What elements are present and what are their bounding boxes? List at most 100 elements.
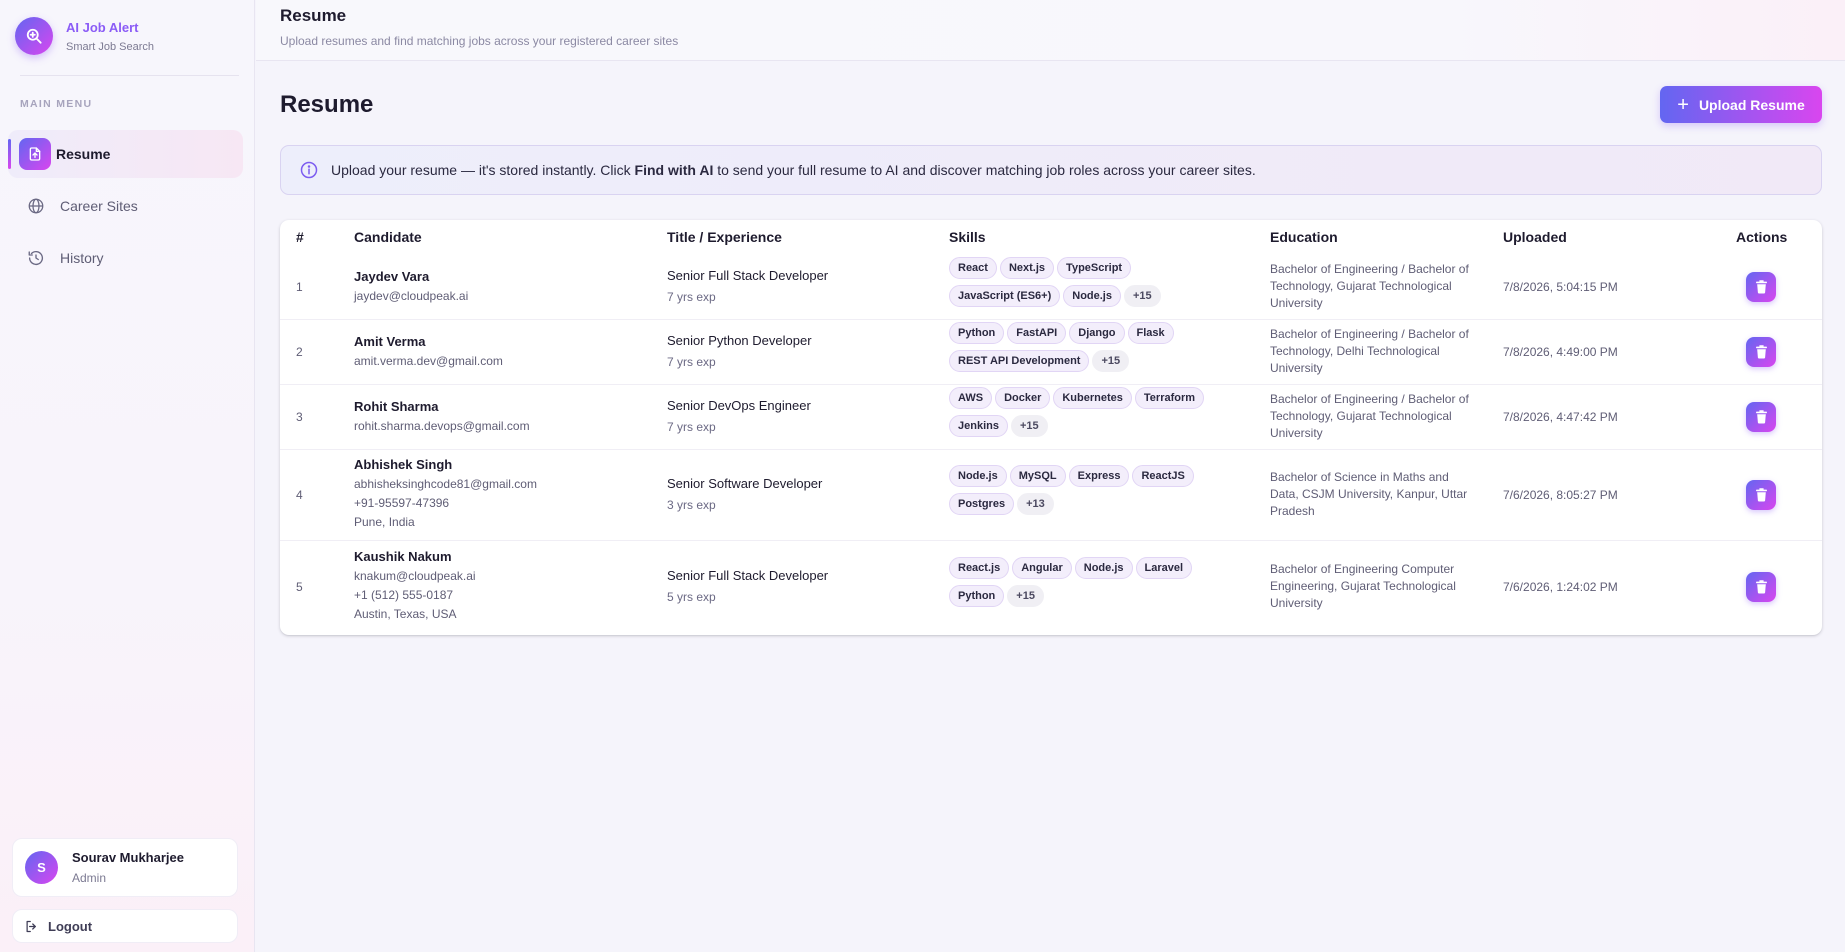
sidebar-item-label: Career Sites (60, 198, 138, 214)
skills-cell: Node.js MySQL Express ReactJS Postgres +13 (949, 464, 1209, 521)
skill-more-chip[interactable]: +15 (1123, 284, 1161, 307)
trash-icon (1755, 579, 1767, 593)
candidate-title: Senior Full Stack Developer (667, 267, 829, 283)
skill-chip: Python (949, 321, 1005, 344)
trash-icon (1755, 344, 1767, 358)
skill-chip: Flask (1127, 321, 1174, 344)
skill-chip: Node.js (1074, 556, 1133, 579)
row-number: 1 (296, 279, 303, 294)
topbar-subtitle: Upload resumes and find matching jobs ac… (280, 34, 679, 48)
uploaded-date: 7/6/2026, 1:24:02 PM (1503, 579, 1618, 594)
title-cell: Senior Python Developer 7 yrs exp (667, 333, 812, 369)
title-cell: Senior Software Developer 3 yrs exp (667, 476, 822, 512)
title-cell: Senior Full Stack Developer 7 yrs exp (667, 268, 828, 304)
candidate-detail: Austin, Texas, USA (354, 606, 457, 621)
candidate-title: Senior Software Developer (667, 475, 823, 491)
info-icon (299, 160, 319, 180)
skill-chip: React (949, 256, 997, 279)
uploaded-date: 7/8/2026, 4:47:42 PM (1503, 409, 1618, 424)
resume-table: # Candidate Title / Experience Skills Ed… (280, 220, 1822, 635)
title-cell: Senior Full Stack Developer 5 yrs exp (667, 568, 828, 604)
sidebar: AI Job Alert Smart Job Search MAIN MENU … (0, 0, 255, 952)
skill-chip: Laravel (1135, 556, 1193, 579)
candidate-experience: 7 yrs exp (667, 289, 716, 304)
delete-resume-button[interactable] (1746, 571, 1776, 602)
skill-more-chip[interactable]: +15 (1007, 584, 1044, 607)
table-row: 1 Jaydev Vara jaydev@cloudpeak.ai Senior Fu… (280, 254, 1822, 319)
delete-resume-button[interactable] (1746, 479, 1776, 510)
delete-resume-button[interactable] (1746, 401, 1776, 432)
column-header-skills[interactable]: Skills (949, 229, 986, 245)
candidate-title: Senior Python Developer (667, 332, 812, 348)
education-cell: Bachelor of Engineering / Bachelor of Te… (1270, 392, 1469, 440)
table-row: 5 Kaushik Nakum knakum@cloudpeak.ai +1 (512… (280, 540, 1822, 633)
page-header: Resume + Upload Resume (280, 86, 1822, 126)
candidate-name: Abhishek Singh (354, 456, 453, 472)
sidebar-item-label: History (60, 250, 104, 266)
uploaded-date: 7/8/2026, 4:49:00 PM (1503, 344, 1618, 359)
candidate-experience: 3 yrs exp (667, 497, 716, 512)
delete-resume-button[interactable] (1746, 336, 1776, 367)
candidate-cell: Abhishek Singh abhisheksinghcode81@gmail.… (354, 457, 537, 529)
candidate-experience: 7 yrs exp (667, 354, 716, 369)
candidate-detail: abhisheksinghcode81@gmail.com (354, 476, 537, 491)
candidate-cell: Rohit Sharma rohit.sharma.devops@gmail.co… (354, 399, 530, 433)
logout-button[interactable]: Logout (12, 909, 238, 943)
column-header-num: # (296, 229, 304, 245)
skill-chip: Next.js (999, 256, 1055, 279)
candidate-detail: amit.verma.dev@gmail.com (354, 353, 503, 368)
column-header-candidate[interactable]: Candidate (354, 229, 422, 245)
skill-chip: Django (1069, 321, 1125, 344)
column-header-education[interactable]: Education (1270, 229, 1338, 245)
skill-more-chip[interactable]: +15 (1010, 414, 1048, 437)
history-icon (24, 246, 48, 270)
skill-chip: REST API Development (949, 349, 1090, 372)
page-title: Resume (280, 91, 374, 118)
education-cell: Bachelor of Engineering Computer Enginee… (1270, 562, 1456, 610)
file-upload-icon (19, 138, 51, 170)
candidate-detail: knakum@cloudpeak.ai (354, 568, 476, 583)
trash-icon (1755, 279, 1767, 293)
skill-chip: Jenkins (949, 414, 1008, 437)
upload-resume-label: Upload Resume (1698, 96, 1805, 113)
sidebar-item-resume[interactable]: Resume (8, 130, 243, 178)
column-header-uploaded[interactable]: Uploaded (1503, 229, 1567, 245)
delete-resume-button[interactable] (1746, 271, 1776, 302)
skill-more-chip[interactable]: +13 (1017, 492, 1054, 515)
skill-more-chip[interactable]: +15 (1092, 349, 1130, 372)
column-header-actions: Actions (1736, 229, 1788, 245)
table-row: 4 Abhishek Singh abhisheksinghcode81@gmail… (280, 449, 1822, 540)
candidate-detail: rohit.sharma.devops@gmail.com (354, 418, 530, 433)
skill-chip: Kubernetes (1053, 386, 1132, 409)
sidebar-item-label: Resume (56, 146, 111, 162)
column-header-title[interactable]: Title / Experience (667, 229, 782, 245)
topbar-title: Resume (280, 6, 347, 25)
table-row: 2 Amit Verma amit.verma.dev@gmail.com Senio… (280, 319, 1822, 384)
skills-cell: React Next.js TypeScript JavaScript (ES6+) N… (949, 256, 1209, 313)
skill-chip: Terraform (1134, 386, 1205, 409)
skill-chip: ReactJS (1132, 464, 1194, 487)
upload-resume-button[interactable]: + Upload Resume (1660, 86, 1822, 123)
sidebar-item-career-sites[interactable]: Career Sites (8, 182, 243, 230)
globe-icon (24, 194, 48, 218)
brand-title: AI Job Alert (66, 19, 139, 35)
info-text: Upload your resume — it's stored instant… (331, 162, 1256, 178)
user-card[interactable]: S Sourav Mukharjee Admin (12, 838, 238, 897)
sidebar-item-history[interactable]: History (8, 234, 243, 282)
skill-chip: Python (949, 584, 1005, 607)
uploaded-date: 7/6/2026, 8:05:27 PM (1503, 487, 1618, 502)
logout-label: Logout (48, 918, 93, 934)
row-number: 3 (296, 409, 303, 424)
candidate-title: Senior DevOps Engineer (667, 397, 811, 413)
skill-chip: Angular (1012, 556, 1072, 579)
info-banner: Upload your resume — it's stored instant… (280, 145, 1822, 195)
candidate-name: Amit Verma (354, 333, 426, 349)
brand[interactable]: AI Job Alert Smart Job Search (15, 17, 154, 55)
candidate-detail: +1 (512) 555-0187 (354, 587, 454, 602)
trash-icon (1755, 487, 1767, 501)
skill-chip: Express (1068, 464, 1130, 487)
skills-cell: Python FastAPI Django Flask REST API Develop… (949, 321, 1209, 378)
candidate-detail: +91-95597-47396 (354, 495, 450, 510)
search-briefcase-icon (15, 17, 53, 55)
candidate-cell: Jaydev Vara jaydev@cloudpeak.ai (354, 269, 468, 303)
